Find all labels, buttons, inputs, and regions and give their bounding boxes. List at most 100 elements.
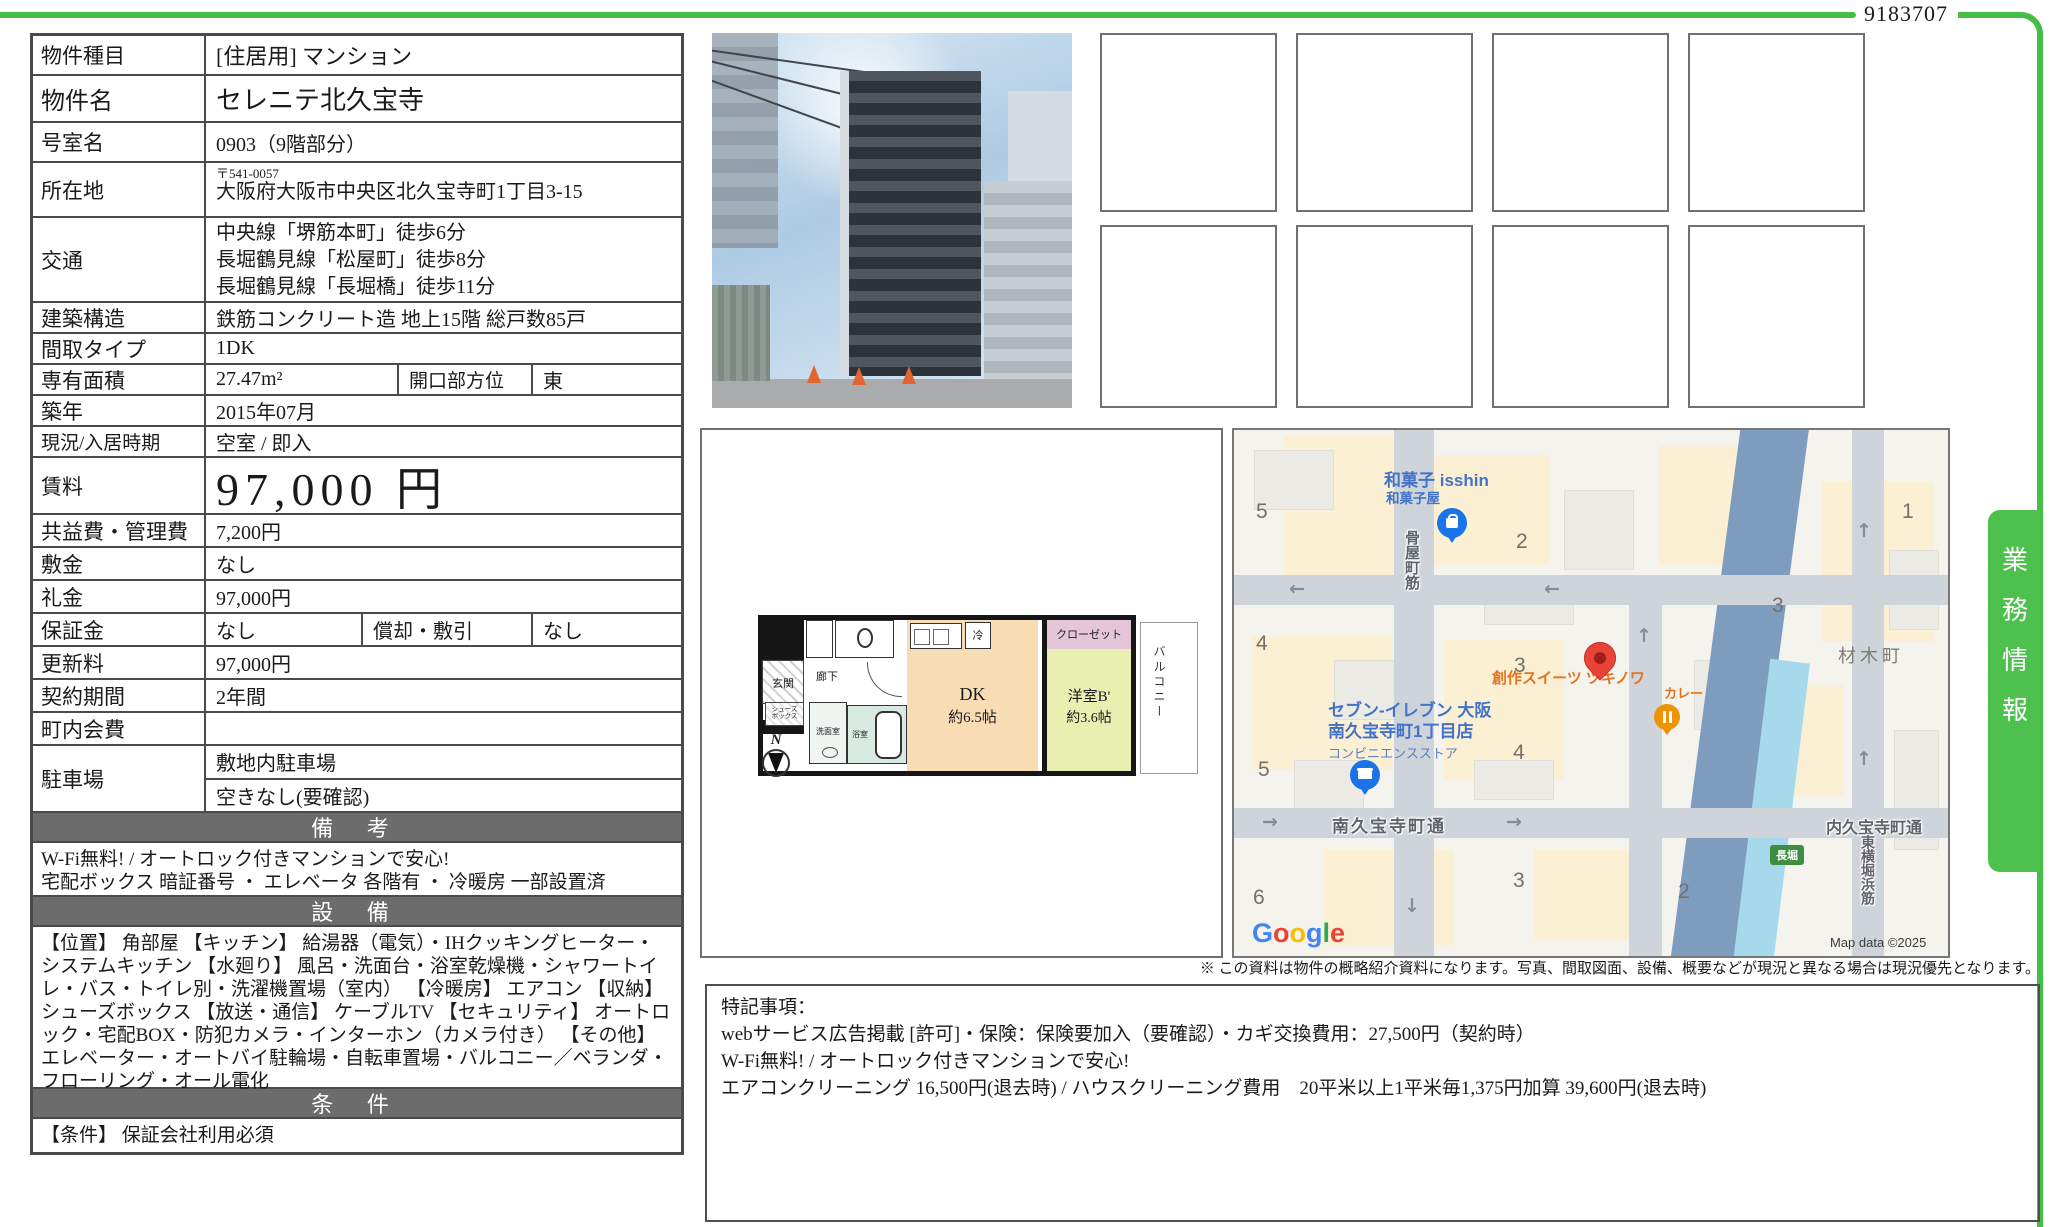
balcony-label: バルコニー — [1151, 645, 1168, 720]
highway-exit-badge: 長堀 — [1770, 845, 1804, 865]
compass: N — [762, 732, 790, 777]
photo-placeholder — [1100, 33, 1277, 212]
special-notes-box: 特記事項： webサービス広告掲載 [許可]・保険：保険要加入（要確認）・カギ交… — [705, 984, 2040, 1222]
balcony: バルコニー — [1140, 622, 1198, 774]
kitchen-counter — [910, 623, 962, 649]
map-block — [1534, 850, 1644, 940]
google-letter: o — [1273, 918, 1290, 948]
road-arrow-up-icon: ↑ — [1636, 625, 1652, 647]
road-horizontal-north — [1234, 575, 1950, 605]
road-arrow-up-icon: ↑ — [1856, 520, 1872, 542]
row-value: なし — [206, 548, 681, 579]
document-number: 9183707 — [1864, 1, 1948, 27]
block-number: 3 — [1772, 594, 1784, 618]
table-row: 礼金 97,000円 — [33, 581, 681, 614]
traffic-cone — [902, 366, 916, 384]
property-name: セレニテ北久宝寺 — [206, 76, 681, 121]
dk-label: DK — [907, 682, 1038, 706]
special-notes-line: W-Fi無料! / オートロック付きマンションで安心! — [721, 1048, 2024, 1075]
traffic-cone — [807, 365, 821, 383]
map-building — [1474, 760, 1554, 800]
poi-seven-eleven: セブン-イレブン 大阪 南久宝寺町1丁目店 — [1328, 700, 1491, 742]
entrance-area: 玄関 — [762, 660, 804, 704]
row-value: 2015年07月 — [206, 396, 681, 425]
section-header-conditions: 条 件 — [33, 1089, 681, 1119]
row-label: 駐車場 — [33, 746, 206, 811]
property-table: 物件種目 [住居用] マンション 物件名 セレニテ北久宝寺 号室名 0903（9… — [30, 33, 684, 1155]
row-label: 所在地 — [33, 163, 206, 216]
rent-value: 97,000 円 — [206, 458, 681, 513]
map: ← ← → → ↓ ↑ ↑ ↑ 骨屋町筋 南久宝寺町通 内久宝寺町通 東横堀浜筋… — [1232, 428, 1950, 958]
fridge-space: 冷 — [965, 622, 991, 649]
table-row: 契約期間 2年間 — [33, 680, 681, 713]
table-row: 物件種目 [住居用] マンション — [33, 36, 681, 76]
row-label: 専有面積 — [33, 365, 206, 394]
road-arrow-left-icon: ← — [1289, 578, 1305, 600]
row-label: 賃料 — [33, 458, 206, 513]
toilet-room — [835, 620, 894, 658]
row-value: 2年間 — [206, 680, 681, 711]
table-row: 駐車場 敷地内駐車場 空きなし(要確認) — [33, 746, 681, 813]
floorplan: 玄関 シューズ ボックス 廊下 洗面室 浴室 冷 DK 約6.5帖 — [700, 428, 1223, 958]
block-number: 2 — [1678, 880, 1690, 904]
row-label: 現況/入居時期 — [33, 427, 206, 456]
google-letter: g — [1306, 918, 1323, 948]
street — [712, 379, 1072, 408]
block-number: 5 — [1256, 500, 1268, 524]
row-value: 7,200円 — [206, 515, 681, 546]
opening-value: 東 — [533, 365, 681, 394]
entrance-label: 玄関 — [763, 675, 803, 691]
parking-value-1: 敷地内駐車場 — [206, 746, 681, 780]
table-row: 保証金 なし 償却・敷引 なし — [33, 614, 681, 647]
row-value: 〒541-0057 大阪府大阪市中央区北久宝寺町1丁目3-15 — [206, 163, 681, 216]
destination-pin-icon — [1584, 642, 1616, 674]
remarks-line: W-Fi無料! / オートロック付きマンションで安心! — [41, 848, 673, 871]
stove-icon — [933, 629, 949, 645]
row-label: 間取タイプ — [33, 334, 206, 363]
district-label-zaimokucho: 材木町 — [1838, 642, 1904, 668]
tab-gyomu-joho[interactable]: 業務情報 — [1988, 510, 2040, 872]
table-row: 共益費・管理費 7,200円 — [33, 515, 681, 548]
row-value: 鉄筋コンクリート造 地上15階 総戸数85戸 — [206, 303, 681, 332]
washroom-label: 洗面室 — [810, 727, 846, 737]
access-line: 長堀鶴見線「松屋町」徒歩8分 — [216, 247, 681, 274]
row-value: 1DK — [206, 334, 681, 363]
map-building — [1564, 490, 1634, 570]
parking-value-2: 空きなし(要確認) — [206, 780, 681, 812]
washroom: 洗面室 — [809, 702, 847, 764]
poi-wagashi-type: 和菓子屋 — [1386, 487, 1440, 507]
table-row: 敷金 なし — [33, 548, 681, 581]
area-value: 27.47m² — [206, 365, 399, 394]
table-row: 所在地 〒541-0057 大阪府大阪市中央区北久宝寺町1丁目3-15 — [33, 163, 681, 218]
western-room: 洋室B' 約3.6帖 — [1042, 649, 1131, 771]
road-arrow-up-icon: ↑ — [1856, 748, 1872, 770]
fridge-label: 冷 — [966, 627, 990, 643]
section-header-facilities: 設 備 — [33, 897, 681, 927]
poi-seven-line1: セブン-イレブン 大阪 — [1328, 700, 1491, 721]
block-number: 3 — [1513, 869, 1525, 893]
special-notes-line: エアコンクリーニング 16,500円(退去時) / ハウスクリーニング費用 20… — [721, 1075, 2024, 1102]
row-value: 中央線「堺筋本町」徒歩6分 長堀鶴見線「松屋町」徒歩8分 長堀鶴見線「長堀橋」徒… — [206, 218, 681, 301]
row-label: 敷金 — [33, 548, 206, 579]
google-letter: l — [1323, 918, 1331, 948]
block-number: 4 — [1513, 741, 1525, 765]
google-logo: Google — [1252, 918, 1345, 949]
block-number: 5 — [1258, 758, 1270, 782]
opening-label: 開口部方位 — [399, 365, 533, 394]
row-label: 礼金 — [33, 581, 206, 612]
photo-placeholder — [1688, 33, 1865, 212]
wall-block — [758, 617, 804, 662]
access-line: 中央線「堺筋本町」徒歩6分 — [216, 220, 681, 247]
table-row: 町内会費 — [33, 713, 681, 746]
amort-value: なし — [533, 614, 681, 645]
row-value — [206, 713, 681, 744]
sink-unit-icon — [914, 629, 930, 645]
poi-sweets-type: カレー — [1664, 683, 1703, 702]
special-notes-line: webサービス広告掲載 [許可]・保険：保険要加入（要確認）・カギ交換費用：27… — [721, 1021, 2024, 1048]
shoebox: シューズ ボックス — [765, 702, 804, 726]
google-letter: e — [1330, 918, 1345, 948]
poi-seven-type: コンビニエンスストア — [1328, 743, 1458, 762]
google-letter: o — [1290, 918, 1307, 948]
table-row: 物件名 セレニテ北久宝寺 — [33, 76, 681, 123]
table-row: 間取タイプ 1DK — [33, 334, 681, 365]
